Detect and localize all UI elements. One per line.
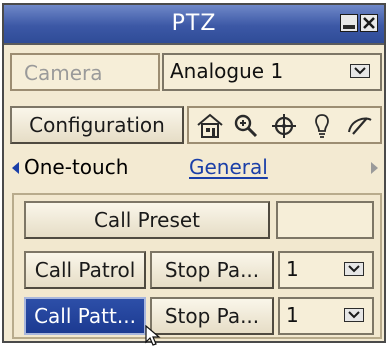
camera-select[interactable]: Analogue 1 [162, 53, 382, 91]
stop-patrol-button[interactable]: Stop Pa... [150, 251, 274, 289]
call-preset-button[interactable]: Call Preset [24, 201, 270, 239]
chevron-down-icon[interactable] [344, 262, 364, 276]
pattern-select-value: 1 [286, 303, 299, 327]
tab-general[interactable]: General [189, 155, 268, 179]
mouse-cursor-icon [145, 324, 163, 351]
home-icon[interactable] [195, 112, 225, 140]
chevron-down-icon[interactable] [344, 308, 364, 322]
minimize-icon[interactable] [340, 14, 358, 32]
zoom-icon[interactable] [231, 112, 261, 140]
call-pattern-button[interactable]: Call Patt... [24, 297, 146, 335]
camera-select-value: Analogue 1 [170, 59, 284, 83]
patrol-select-value: 1 [286, 257, 299, 281]
tab-left-arrow-icon[interactable] [10, 160, 20, 179]
call-patrol-button[interactable]: Call Patrol [24, 251, 146, 289]
patrol-select[interactable]: 1 [278, 251, 374, 289]
title-bar: PTZ [4, 5, 384, 45]
stop-pattern-button[interactable]: Stop Pa... [150, 297, 274, 335]
window-title: PTZ [171, 11, 217, 36]
wiper-icon[interactable] [345, 112, 375, 140]
camera-label: Camera [24, 61, 103, 85]
ptz-toolbar [187, 106, 382, 144]
ptz-window: PTZ Camera Analogue 1 Configuration One-… [2, 3, 386, 343]
preset-number-input[interactable] [276, 201, 374, 239]
tab-one-touch[interactable]: One-touch [24, 155, 128, 179]
close-icon[interactable] [360, 14, 378, 32]
tab-row: One-touch General [4, 152, 384, 186]
camera-label-box: Camera [10, 53, 160, 91]
pattern-select[interactable]: 1 [278, 297, 374, 335]
light-bulb-icon[interactable] [307, 112, 337, 140]
configuration-button[interactable]: Configuration [10, 106, 184, 144]
chevron-down-icon[interactable] [350, 64, 370, 78]
tab-right-arrow-icon[interactable] [370, 160, 380, 179]
crosshair-icon[interactable] [269, 112, 299, 140]
